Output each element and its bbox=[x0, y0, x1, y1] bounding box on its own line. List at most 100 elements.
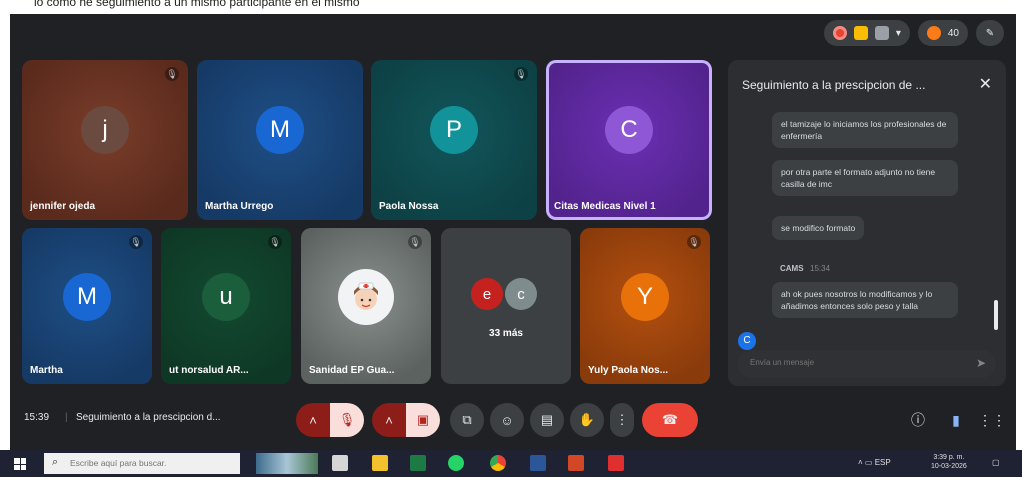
notification-icon[interactable]: ▢ bbox=[992, 458, 1000, 467]
divider: | bbox=[65, 412, 68, 423]
top-toolbar: ▾ 40 ✎ bbox=[823, 20, 1004, 46]
pdf-icon[interactable] bbox=[608, 455, 624, 471]
participant-tile[interactable]: 🎙 Sanidad EP Gua... bbox=[301, 228, 431, 384]
clock-time: 3:39 p. m. bbox=[933, 454, 965, 461]
reactions-button[interactable]: ☺ bbox=[490, 403, 524, 437]
pin-icon: ✎ bbox=[985, 27, 995, 39]
activities-icon[interactable] bbox=[874, 26, 889, 40]
participant-tile[interactable]: j 🎙 jennifer ojeda bbox=[22, 60, 188, 220]
participant-name: ut norsalud AR... bbox=[169, 365, 249, 376]
grid-icon: ⋮⋮ bbox=[978, 411, 1006, 428]
clock-date: 10-03-2026 bbox=[931, 463, 967, 470]
participant-name: Martha Urrego bbox=[205, 201, 274, 212]
mic-off-icon: 🎙 bbox=[338, 412, 356, 427]
avatar: c bbox=[505, 278, 537, 310]
meeting-info-button[interactable]: ⓘ bbox=[906, 408, 930, 432]
mic-off-icon: 🎙 bbox=[687, 235, 701, 249]
participant-name: Martha bbox=[30, 365, 63, 376]
chat-button[interactable]: ▮ bbox=[944, 408, 968, 432]
nurse-avatar bbox=[338, 268, 394, 325]
avatar: P bbox=[430, 106, 478, 155]
avatar: C bbox=[605, 106, 653, 155]
message-input[interactable] bbox=[748, 357, 952, 368]
chat-title: Seguimiento a la prescipcion de ... bbox=[742, 78, 926, 92]
notes-icon[interactable] bbox=[853, 26, 868, 40]
pin-button[interactable]: ✎ bbox=[976, 20, 1004, 46]
calculator-icon[interactable] bbox=[332, 455, 348, 471]
mic-off-icon: 🎙 bbox=[129, 235, 143, 249]
avatar: Y bbox=[621, 272, 669, 321]
scrollbar[interactable] bbox=[994, 300, 998, 330]
chat-message: por otra parte el formato adjunto no tie… bbox=[772, 160, 958, 196]
avatar: M bbox=[63, 272, 111, 321]
mic-off-icon: 🎙 bbox=[408, 235, 422, 249]
mic-off-icon: 🎙 bbox=[268, 235, 282, 249]
mic-off-icon: 🎙 bbox=[514, 67, 528, 81]
meet-window: ▾ 40 ✎ j 🎙 jennifer ojeda M Martha Urreg… bbox=[10, 14, 1016, 450]
camera-toggle-button[interactable]: ▣ bbox=[406, 403, 440, 437]
taskbar-clock[interactable]: 3:39 p. m. 10-03-2026 bbox=[931, 453, 967, 471]
participant-tile[interactable]: Y 🎙 Yuly Paola Nos... bbox=[580, 228, 710, 384]
participant-tile[interactable]: P 🎙 Paola Nossa bbox=[371, 60, 537, 220]
activities-button[interactable]: ⋮⋮ bbox=[978, 408, 1006, 432]
search-icon: ⌕ bbox=[52, 456, 59, 468]
taskbar-search[interactable]: ⌕ bbox=[44, 453, 240, 474]
emoji-icon: ☺ bbox=[500, 412, 514, 428]
present-icon: ⧉ bbox=[462, 412, 472, 427]
mic-off-icon: 🎙 bbox=[165, 67, 179, 81]
participant-tile[interactable]: M 🎙 Martha bbox=[22, 228, 152, 384]
leave-call-button[interactable]: ☎ bbox=[642, 403, 698, 437]
chat-panel: Seguimiento a la prescipcion de ... ✕ el… bbox=[728, 60, 1006, 386]
avatar: j bbox=[81, 106, 129, 155]
participant-name: Citas Medicas Nivel 1 bbox=[554, 201, 656, 212]
windows-start-icon[interactable] bbox=[14, 458, 26, 470]
meeting-time: 15:39 bbox=[24, 412, 50, 423]
mic-options-button[interactable]: ˄ bbox=[296, 403, 330, 437]
participant-name: jennifer ojeda bbox=[30, 201, 96, 212]
powerpoint-icon[interactable] bbox=[568, 455, 584, 471]
avatar: u bbox=[202, 272, 250, 321]
mic-toggle-button[interactable]: 🎙 bbox=[330, 403, 364, 437]
captions-button[interactable]: ▤ bbox=[530, 403, 564, 437]
weather-widget[interactable] bbox=[256, 453, 318, 474]
participant-tile[interactable]: M Martha Urrego bbox=[197, 60, 363, 220]
chat-icon: ▮ bbox=[952, 411, 960, 428]
excel-icon[interactable] bbox=[410, 455, 426, 471]
send-icon[interactable]: ➤ bbox=[976, 356, 986, 370]
chat-message: se modifico formato bbox=[772, 216, 865, 240]
nurse-icon bbox=[354, 282, 378, 310]
message-input-box[interactable]: ➤ bbox=[738, 350, 996, 378]
camera-options-button[interactable]: ˄ bbox=[372, 403, 406, 437]
present-button[interactable]: ⧉ bbox=[450, 403, 484, 437]
more-options-button[interactable]: ⋮ bbox=[610, 403, 634, 437]
whatsapp-icon[interactable] bbox=[448, 455, 464, 471]
background-caption: lo como he seguimiento a un mismo partic… bbox=[0, 0, 1022, 14]
close-icon[interactable]: ✕ bbox=[979, 74, 992, 94]
people-icon[interactable] bbox=[926, 26, 941, 40]
extra-count: 40 bbox=[947, 27, 959, 39]
word-icon[interactable] bbox=[530, 455, 546, 471]
participant-name: Sanidad EP Gua... bbox=[309, 365, 395, 376]
meeting-title: Seguimiento a la prescipcion d... bbox=[76, 412, 221, 423]
chevron-up-icon: ˄ bbox=[858, 458, 863, 467]
raise-hand-button[interactable]: ✋ bbox=[570, 403, 604, 437]
participant-tile-active[interactable]: C Citas Medicas Nivel 1 bbox=[546, 60, 712, 220]
end-call-icon: ☎ bbox=[661, 412, 679, 427]
more-vert-icon: ⋮ bbox=[615, 412, 629, 427]
people-pill[interactable]: 40 bbox=[917, 20, 968, 46]
sender-avatar: C bbox=[738, 332, 756, 350]
tools-pill[interactable]: ▾ bbox=[823, 20, 910, 46]
system-tray[interactable]: ˄ ▭ ESP bbox=[858, 458, 891, 467]
more-participants-tile[interactable]: e c 33 más bbox=[441, 228, 571, 384]
participant-name: Yuly Paola Nos... bbox=[588, 365, 669, 376]
search-input[interactable] bbox=[68, 457, 240, 469]
chrome-icon[interactable] bbox=[490, 455, 506, 471]
chat-message: ah ok pues nosotros lo modificamos y lo … bbox=[772, 282, 958, 318]
chevron-down-icon[interactable]: ▾ bbox=[896, 28, 901, 39]
file-explorer-icon[interactable] bbox=[372, 455, 388, 471]
sender-time: 15:34 bbox=[810, 264, 831, 273]
info-icon: ⓘ bbox=[911, 412, 925, 428]
participant-tile[interactable]: u 🎙 ut norsalud AR... bbox=[161, 228, 291, 384]
record-icon[interactable] bbox=[832, 26, 847, 40]
captions-icon: ▤ bbox=[540, 412, 554, 427]
